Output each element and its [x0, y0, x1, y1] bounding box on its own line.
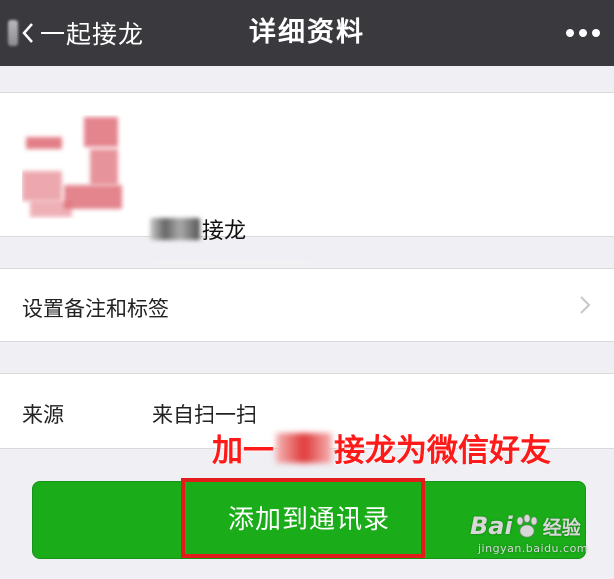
blurred-region: [276, 432, 332, 463]
paw-icon: [516, 514, 538, 538]
caption-prefix: 加一: [212, 433, 274, 469]
set-remark-and-tags-row[interactable]: 设置备注和标签: [0, 268, 614, 342]
source-label: 来源: [22, 403, 64, 427]
avatar-blur-block: [90, 149, 118, 185]
avatar[interactable]: [22, 115, 126, 219]
page-title: 详细资料: [249, 17, 365, 48]
baidu-jingyan-watermark: Bai 经验 jingyan.baidu.com: [470, 512, 608, 572]
contact-name: 接龙: [150, 213, 246, 245]
profile-card: 接龙: [0, 92, 614, 281]
contact-name-text: 接龙: [202, 219, 247, 244]
navigation-bar: 一起接龙 详细资料: [0, 0, 614, 66]
avatar-blur-block: [26, 137, 62, 149]
dot: [566, 29, 574, 37]
avatar-blur-block: [22, 171, 62, 201]
remark-row-label: 设置备注和标签: [22, 297, 169, 321]
more-dots-icon[interactable]: [566, 0, 600, 66]
caption-suffix: 接龙为微信好友: [334, 433, 551, 469]
blurred-region: [150, 218, 200, 240]
chevron-right-icon: [580, 296, 591, 314]
avatar-blur-block: [84, 117, 118, 147]
dot: [579, 29, 587, 37]
dot: [592, 29, 600, 37]
watermark-url: jingyan.baidu.com: [478, 542, 589, 555]
avatar-blur-block: [64, 185, 122, 209]
annotation-caption: 加一 接龙为微信好友: [212, 425, 551, 470]
avatar-blur-block: [30, 201, 72, 217]
highlight-annotation-box: [181, 478, 425, 558]
watermark-brand-b: 经验: [542, 516, 581, 539]
watermark-brand-a: Bai: [470, 512, 513, 540]
